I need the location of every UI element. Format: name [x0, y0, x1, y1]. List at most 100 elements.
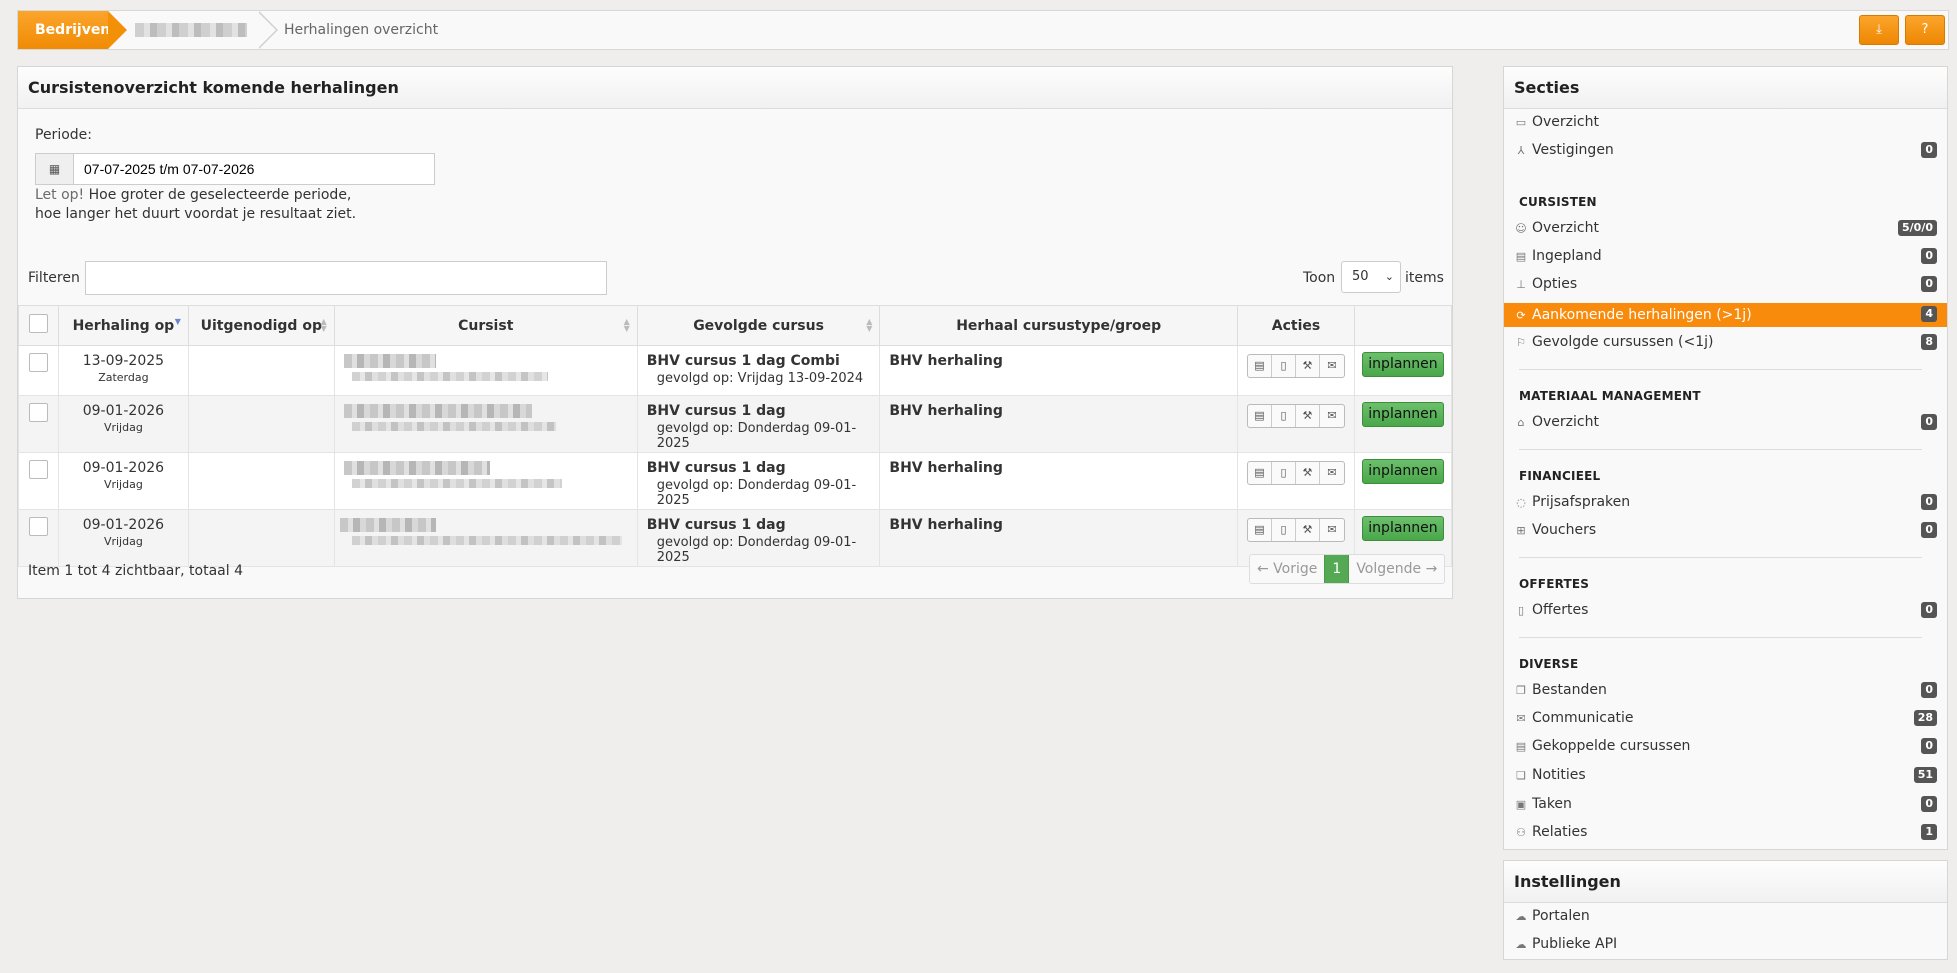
- cursist-email-redacted: [351, 422, 556, 431]
- calendar-icon[interactable]: ▦: [36, 154, 74, 184]
- items-label: items: [1405, 270, 1444, 286]
- sidebar-item-bestanden[interactable]: ❐ Bestanden 0: [1504, 679, 1947, 701]
- id-card-icon[interactable]: ▯: [1272, 462, 1296, 484]
- sidebar-item-opties[interactable]: ⊥ Opties 0: [1504, 273, 1947, 295]
- comments-icon: ◌: [1516, 496, 1526, 509]
- wrench-icon[interactable]: ⚒: [1296, 355, 1320, 377]
- help-button[interactable]: ?: [1905, 15, 1945, 45]
- select-all-checkbox[interactable]: [28, 314, 48, 333]
- list-icon[interactable]: ▤: [1248, 405, 1272, 427]
- prev-page-button[interactable]: ← Vorige: [1250, 555, 1324, 583]
- sidebar-item-gevolgde-cursussen[interactable]: ⚐ Gevolgde cursussen (<1j) 8: [1504, 331, 1947, 353]
- pin-icon: ⊥: [1516, 278, 1526, 291]
- sidebar-item-prijsafspraken[interactable]: ◌ Prijsafspraken 0: [1504, 491, 1947, 513]
- table-row: 09-01-2026 Vrijdag BHV cursus 1 dag gevolg…: [18, 509, 1453, 567]
- row-action-group: ▤ ▯ ⚒ ✉: [1246, 518, 1345, 542]
- cursist-name-redacted[interactable]: [343, 354, 436, 368]
- periode-label: Periode:: [35, 127, 92, 143]
- chevron-down-icon: ⌄: [1384, 270, 1394, 283]
- cursist-name-redacted[interactable]: [339, 518, 436, 532]
- sidebar-item-materiaal-overzicht[interactable]: ⌂ Overzicht 0: [1504, 411, 1947, 433]
- sort-icon: ▲ ▼: [623, 317, 630, 333]
- id-card-icon[interactable]: ▯: [1272, 519, 1296, 541]
- envelope-icon[interactable]: ✉: [1320, 355, 1344, 377]
- sidebar-item-offertes[interactable]: ▯ Offertes 0: [1504, 599, 1947, 621]
- select-all-header: [18, 305, 59, 346]
- sections-panel: Secties ▭ Overzicht ⅄ Vestigingen 0 CURSIST…: [1503, 66, 1948, 850]
- sidebar-item-aankomende-herhalingen[interactable]: ⟳ Aankomende herhalingen (>1j) 4: [1504, 303, 1947, 327]
- sidebar-item-communicatie[interactable]: ✉ Communicatie 28: [1504, 707, 1947, 729]
- id-card-icon[interactable]: ▯: [1272, 355, 1296, 377]
- sort-icon: ▲ ▼: [866, 317, 873, 333]
- envelope-icon: ✉: [1516, 712, 1526, 725]
- cursist-name-redacted[interactable]: [343, 461, 490, 475]
- sidebar-item-overzicht[interactable]: ▭ Overzicht: [1504, 111, 1947, 133]
- count-badge: 0: [1921, 414, 1937, 430]
- inplannen-button[interactable]: inplannen: [1361, 352, 1444, 377]
- files-icon: ❐: [1516, 684, 1526, 697]
- breadcrumb-separator: [257, 11, 281, 49]
- row-checkbox[interactable]: [28, 460, 48, 479]
- inplannen-button[interactable]: inplannen: [1361, 459, 1444, 484]
- certificate-icon: ⚐: [1516, 336, 1526, 349]
- sidebar-item-vouchers[interactable]: ⊞ Vouchers 0: [1504, 519, 1947, 541]
- table-row: 13-09-2025 Zaterdag BHV cursus 1 dag Comb…: [18, 345, 1453, 396]
- count-badge: 0: [1921, 276, 1937, 292]
- count-badge: 0: [1921, 796, 1937, 812]
- list-icon[interactable]: ▤: [1248, 519, 1272, 541]
- sidebar-item-ingepland[interactable]: ▤ Ingepland 0: [1504, 245, 1947, 267]
- divider: [1519, 449, 1922, 450]
- filter-input[interactable]: [85, 261, 607, 295]
- list-icon[interactable]: ▤: [1248, 355, 1272, 377]
- panel-title: Cursistenoverzicht komende herhalingen: [18, 67, 1452, 109]
- sidebar-item-gekoppelde-cursussen[interactable]: ▤ Gekoppelde cursussen 0: [1504, 735, 1947, 757]
- wrench-icon[interactable]: ⚒: [1296, 462, 1320, 484]
- periode-hint: Let op! Hoe groter de geselecteerde peri…: [35, 187, 357, 222]
- breadcrumb-bedrijven[interactable]: Bedrijven: [18, 11, 127, 49]
- envelope-icon[interactable]: ✉: [1320, 405, 1344, 427]
- sidebar-item-relaties[interactable]: ⚇ Relaties 1: [1504, 821, 1947, 843]
- envelope-icon[interactable]: ✉: [1320, 519, 1344, 541]
- col-cursist[interactable]: Cursist ▲ ▼: [333, 305, 638, 346]
- settings-item-publieke-api[interactable]: ☁ Publieke API: [1504, 933, 1947, 955]
- cursist-email-redacted: [351, 372, 548, 381]
- sidebar-item-cursisten-overzicht[interactable]: ☺ Overzicht 5/0/0: [1504, 217, 1947, 239]
- col-plan: [1353, 305, 1453, 346]
- periode-input[interactable]: [74, 154, 434, 184]
- envelope-icon[interactable]: ✉: [1320, 462, 1344, 484]
- sidebar-item-vestigingen[interactable]: ⅄ Vestigingen 0: [1504, 139, 1947, 161]
- row-checkbox[interactable]: [28, 403, 48, 422]
- cloud-icon: ☁: [1515, 910, 1527, 923]
- download-button[interactable]: ⤓: [1859, 15, 1899, 45]
- notes-icon: ❏: [1516, 769, 1526, 782]
- pagination: ← Vorige 1 Volgende →: [1249, 554, 1446, 584]
- divider: [1519, 369, 1922, 370]
- sidebar-item-taken[interactable]: ▣ Taken 0: [1504, 793, 1947, 815]
- wrench-icon[interactable]: ⚒: [1296, 519, 1320, 541]
- page-1-button[interactable]: 1: [1324, 555, 1350, 583]
- section-materiaal: MATERIAAL MANAGEMENT: [1519, 389, 1701, 403]
- row-checkbox[interactable]: [28, 353, 48, 372]
- col-gevolgde-cursus[interactable]: Gevolgde cursus ▲ ▼: [636, 305, 881, 346]
- inplannen-button[interactable]: inplannen: [1361, 402, 1444, 427]
- id-card-icon[interactable]: ▯: [1272, 405, 1296, 427]
- wrench-icon[interactable]: ⚒: [1296, 405, 1320, 427]
- next-page-button[interactable]: Volgende →: [1349, 555, 1444, 583]
- col-uitgenodigd-op[interactable]: Uitgenodigd op ▲ ▼: [187, 305, 335, 346]
- refresh-icon: ⟳: [1516, 309, 1526, 322]
- cursist-name-redacted[interactable]: [343, 404, 532, 418]
- sidebar-item-notities[interactable]: ❏ Notities 51: [1504, 764, 1947, 786]
- list-icon[interactable]: ▤: [1248, 462, 1272, 484]
- settings-item-portalen[interactable]: ☁ Portalen: [1504, 905, 1947, 927]
- periode-field[interactable]: ▦: [35, 153, 435, 185]
- col-herhaling-op[interactable]: Herhaling op ▼: [57, 305, 189, 346]
- breadcrumb-company-redacted[interactable]: [135, 23, 247, 37]
- page-size-select[interactable]: 50 ⌄: [1341, 261, 1401, 293]
- inplannen-button[interactable]: inplannen: [1361, 516, 1444, 541]
- count-badge: 0: [1921, 602, 1937, 618]
- row-checkbox[interactable]: [28, 517, 48, 536]
- clipboard-icon: ▣: [1515, 798, 1527, 811]
- count-badge: 0: [1921, 682, 1937, 698]
- breadcrumb: Bedrijven Herhalingen overzicht ⤓ ?: [17, 10, 1949, 50]
- section-diverse: DIVERSE: [1519, 657, 1579, 671]
